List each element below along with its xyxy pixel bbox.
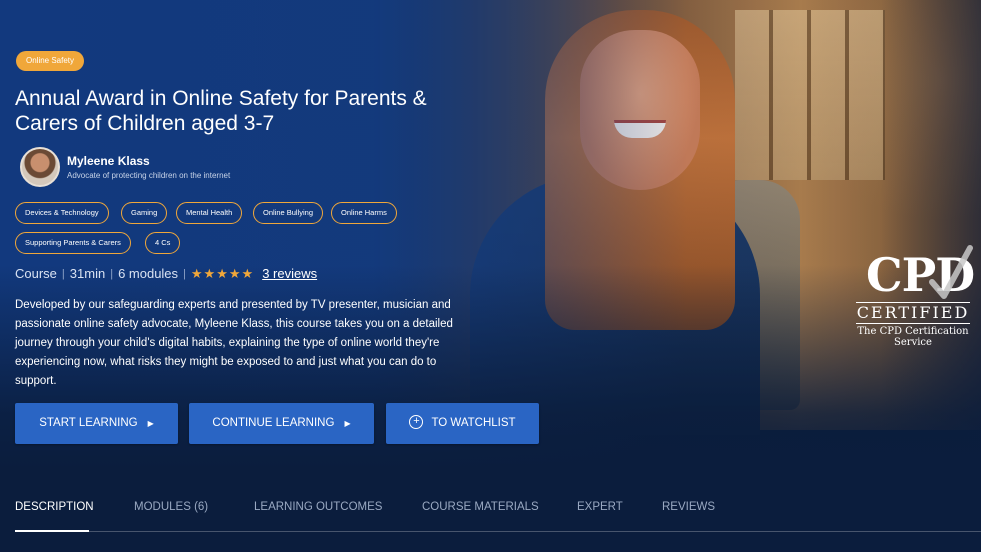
continue-learning-label: CONTINUE LEARNING bbox=[212, 417, 335, 429]
course-modules-count: 6 modules bbox=[118, 266, 179, 281]
cpd-service-line2: Service bbox=[894, 337, 932, 348]
meta-separator: | bbox=[110, 268, 114, 280]
tag-gaming[interactable]: Gaming bbox=[121, 202, 168, 224]
add-to-watchlist-button[interactable]: + TO WATCHLIST bbox=[386, 403, 539, 444]
tag-mental-health[interactable]: Mental Health bbox=[176, 202, 243, 224]
play-caret-icon: ▶ bbox=[344, 419, 351, 428]
course-duration: 31min bbox=[69, 266, 106, 281]
start-learning-label: START LEARNING bbox=[39, 417, 138, 429]
cpd-certified-text: CERTIFIED bbox=[856, 302, 970, 324]
cpd-service-line1: The CPD Certification bbox=[857, 326, 969, 337]
tab-course-materials[interactable]: COURSE MATERIALS bbox=[422, 501, 539, 513]
course-meta: Course | 31min | 6 modules | ★★★★★ 3 reviews bbox=[15, 265, 317, 283]
watchlist-label: TO WATCHLIST bbox=[431, 417, 516, 429]
course-tabs: DESCRIPTION MODULES (6) LEARNING OUTCOME… bbox=[15, 497, 981, 532]
tab-modules[interactable]: MODULES (6) bbox=[134, 501, 208, 513]
presenter-role: Advocate of protecting children on the i… bbox=[67, 171, 231, 180]
tag-devices-technology[interactable]: Devices & Technology bbox=[15, 202, 109, 224]
tag-online-harms[interactable]: Online Harms bbox=[331, 202, 397, 224]
plus-circle-icon: + bbox=[409, 414, 424, 429]
tab-description[interactable]: DESCRIPTION bbox=[15, 501, 94, 513]
presenter-avatar bbox=[20, 147, 60, 187]
cpd-certified-logo: CPD CERTIFIED The CPD Certification Serv… bbox=[848, 244, 978, 359]
course-title: Annual Award in Online Safety for Parent… bbox=[15, 87, 427, 135]
tag-online-bullying[interactable]: Online Bullying bbox=[253, 202, 324, 224]
tab-reviews[interactable]: REVIEWS bbox=[662, 501, 715, 513]
tag-4-cs[interactable]: 4 Cs bbox=[145, 232, 181, 254]
cpd-check-icon bbox=[929, 245, 973, 299]
cpd-service-text: The CPD Certification Service bbox=[848, 326, 978, 348]
course-description: Developed by our safeguarding experts an… bbox=[15, 299, 453, 387]
presenter-name: Myleene Klass bbox=[67, 154, 150, 168]
tag-supporting-parents-carers[interactable]: Supporting Parents & Carers bbox=[15, 232, 131, 254]
play-caret-icon: ▶ bbox=[147, 419, 154, 428]
hero-content: Online Safety Annual Award in Online Saf… bbox=[0, 0, 981, 552]
continue-learning-button[interactable]: CONTINUE LEARNING ▶ bbox=[189, 403, 374, 444]
start-learning-button[interactable]: START LEARNING ▶ bbox=[15, 403, 178, 444]
active-tab-indicator bbox=[15, 530, 89, 532]
category-badge: Online Safety bbox=[16, 51, 85, 71]
tab-expert[interactable]: EXPERT bbox=[577, 501, 623, 513]
meta-separator: | bbox=[61, 268, 65, 280]
meta-separator: | bbox=[183, 268, 186, 280]
reviews-link[interactable]: 3 reviews bbox=[262, 265, 317, 283]
course-type: Course bbox=[15, 266, 57, 281]
tab-learning-outcomes[interactable]: LEARNING OUTCOMES bbox=[254, 501, 382, 513]
star-rating-icon: ★★★★★ bbox=[190, 266, 255, 281]
